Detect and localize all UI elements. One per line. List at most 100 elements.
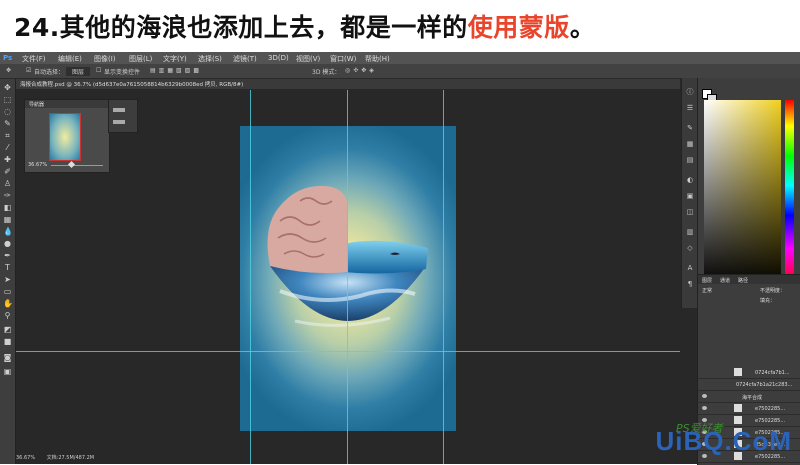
layer-group-row[interactable]: 海平合成 [698,391,800,403]
history-brush-icon[interactable]: ✑ [3,191,12,200]
menu-edit[interactable]: 编辑(E) [58,54,82,64]
saturation-brightness-field[interactable] [704,100,781,286]
visibility-eye-icon[interactable] [702,406,707,410]
navigator-thumbnail[interactable] [49,113,81,161]
menu-type[interactable]: 文字(Y) [163,54,187,64]
properties-icon[interactable]: ☰ [686,104,694,112]
dodge-icon[interactable]: ● [3,239,12,248]
guide-vertical-1[interactable] [250,90,251,464]
quick-mask-icon[interactable]: ◙ [3,353,12,362]
paths-icon[interactable]: ◇ [686,244,694,252]
menu-3d[interactable]: 3D(D) [268,54,289,62]
tab-channels[interactable]: 通道 [720,277,730,284]
menu-layer[interactable]: 图层(L) [129,54,152,64]
zoom-icon[interactable]: ⚲ [3,311,12,320]
blend-mode-select[interactable]: 正常 [702,287,712,294]
foreground-color-swatch[interactable]: ■ [3,337,12,346]
default-colors-icon[interactable]: ◩ [3,325,12,334]
shape-icon[interactable]: ▭ [3,287,12,296]
navigator-zoom-slider[interactable] [51,165,103,166]
options-bar: ✥ ☑ 自动选择： 图层 ☐ 显示变换控件 ▤▥▦▧▨▩ 3D 模式： ◎✣✥◈ [0,64,800,79]
mode-3d-icons[interactable]: ◎✣✥◈ [345,67,377,74]
ocean-surface [344,240,428,274]
canvas-area[interactable] [16,90,680,464]
auto-select-label: 自动选择： [34,69,65,76]
document-canvas[interactable] [240,126,456,431]
menu-window[interactable]: 窗口(W) [330,54,356,64]
navigator-panel: 导航器 36.67% [24,99,110,173]
path-select-icon[interactable]: ➤ [3,275,12,284]
layer-comps-icon[interactable] [113,120,125,124]
stamp-icon[interactable]: ♙ [3,179,12,188]
move-icon[interactable]: ✥ [3,83,12,92]
healing-icon[interactable]: ✚ [3,155,12,164]
menu-view[interactable]: 视图(V) [296,54,320,64]
move-tool-icon[interactable]: ✥ [6,67,11,74]
hue-slider[interactable] [785,100,794,286]
layer-row[interactable]: 0724cfa7b1a21c283... [698,379,800,391]
pen-icon[interactable]: ✒ [3,251,12,260]
status-zoom[interactable]: 36.67% [16,455,35,461]
brush-icon[interactable]: ✐ [3,167,12,176]
eraser-icon[interactable]: ◧ [3,203,12,212]
layers-tabs: 图层 通道 路径 [698,275,800,284]
history-icon[interactable]: ▤ [686,156,694,164]
actions-icon[interactable]: ◐ [686,176,694,184]
quick-select-icon[interactable]: ✎ [3,119,12,128]
layer-name: 0724cfa7b1... [755,370,790,376]
guide-horizontal[interactable] [16,351,680,352]
menu-bar: Ps 文件(F) 编辑(E) 图像(I) 图层(L) 文字(Y) 选择(S) 滤… [0,52,800,64]
banner-title: 24.其他的海浪也添加上去，都是一样的使用蒙版。 [14,13,596,42]
layer-name: 0724cfa7b1a21c283... [736,382,793,388]
styles-icon[interactable]: ◫ [686,208,694,216]
hand-icon[interactable]: ✋ [3,299,13,308]
screen-mode-icon[interactable]: ▣ [3,367,12,376]
swatches-icon[interactable]: ▣ [686,192,694,200]
opacity-label[interactable]: 不透明度： [760,287,785,294]
tab-layers[interactable]: 图层 [702,277,712,284]
guide-vertical-2[interactable] [347,90,348,464]
menu-file[interactable]: 文件(F) [22,54,46,64]
eyedropper-icon[interactable]: ⁄ [3,143,12,152]
document-tab[interactable]: 海报合成教程.psd @ 36.7% (d5d637e0a7615058814b… [16,79,680,89]
auto-select-checkbox[interactable]: ☑ [26,67,31,74]
status-bar: 36.67% 文档:27.5M/487.2M [16,454,256,464]
group-name: 海平合成 [742,395,763,401]
navigator-zoom[interactable]: 36.67% [28,162,47,168]
tab-paths[interactable]: 路径 [738,277,748,284]
brush-preset-icon[interactable] [113,108,125,112]
menu-filter[interactable]: 滤镜(T) [233,54,257,64]
layer-thumbnail [734,368,742,376]
align-icons[interactable]: ▤▥▦▧▨▩ [150,67,202,74]
auto-select-dropdown[interactable]: 图层 [66,67,91,76]
lasso-icon[interactable]: ◌ [3,107,12,116]
adjustments-icon[interactable]: ▥ [686,228,694,236]
layer-row[interactable]: e7502285... [698,403,800,415]
document-tab-label: 海报合成教程.psd @ 36.7% (d5d637e0a7615058814b… [20,82,244,88]
paragraph-icon[interactable]: ¶ [686,280,694,288]
gradient-icon[interactable]: ▦ [3,215,12,224]
marquee-icon[interactable]: ⬚ [3,95,12,104]
navigator-zoom-knob[interactable] [67,160,76,169]
info-icon[interactable]: ⓘ [686,88,694,96]
layer-thumbnail [734,404,742,412]
show-transform-checkbox[interactable]: ☐ [96,67,101,74]
menu-image[interactable]: 图像(I) [94,54,116,64]
character-icon[interactable]: A [686,264,694,272]
tutorial-banner: 24.其他的海浪也添加上去，都是一样的使用蒙版。 [0,0,800,52]
menu-select[interactable]: 选择(S) [198,54,222,64]
status-doc-size: 文档:27.5M/487.2M [46,455,95,461]
guide-vertical-3[interactable] [443,90,444,464]
visibility-eye-icon[interactable] [702,394,707,398]
crop-icon[interactable]: ⌗ [3,131,12,140]
fill-label[interactable]: 填充： [760,297,775,304]
type-icon[interactable]: T [3,263,12,272]
menu-help[interactable]: 帮助(H) [365,54,390,64]
banner-highlight: 使用蒙版 [467,13,570,42]
blur-icon[interactable]: 💧 [3,227,13,236]
watermark-brand: UiBQ.CoM [655,426,792,456]
brush-settings-icon[interactable]: ✎ [686,124,694,132]
layer-row[interactable]: 0724cfa7b1... [698,367,800,379]
color-picker-panel [697,78,800,300]
clone-source-icon[interactable]: ▦ [686,140,694,148]
